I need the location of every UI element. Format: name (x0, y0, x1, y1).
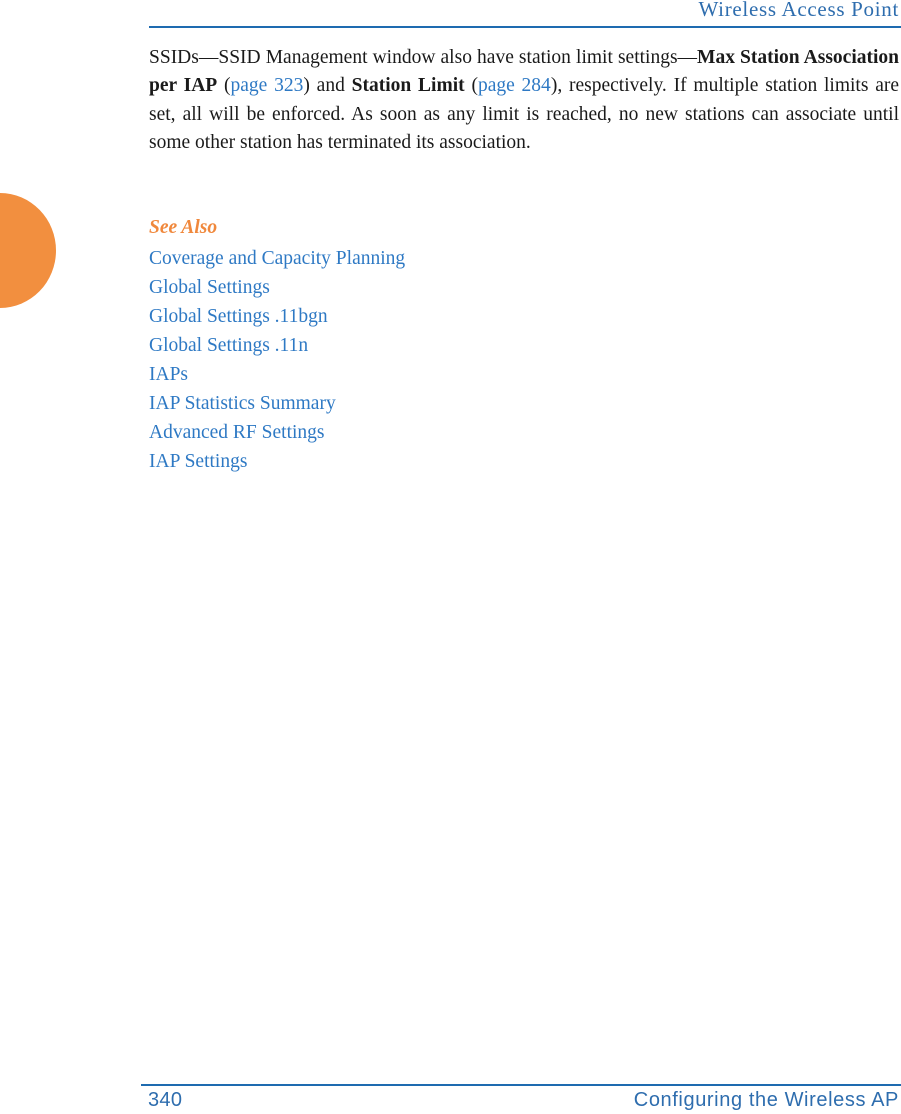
paragraph-text-and: and (309, 75, 352, 97)
see-also-heading: See Also (149, 217, 218, 238)
list-item: Global Settings (149, 273, 769, 302)
running-header-title: Wireless Access Point (698, 0, 899, 21)
footer-page-number: 340 (148, 1089, 183, 1111)
body-paragraph: SSIDs—SSID Management window also have s… (149, 44, 899, 158)
emphasis-station-limit: Station Limit (351, 75, 465, 97)
see-also-section: See Also Coverage and Capacity Planning … (149, 214, 769, 476)
list-item: Global Settings .11n (149, 331, 769, 360)
footer-section-title: Configuring the Wireless AP (633, 1089, 899, 1111)
see-also-link-global-settings-11bgn[interactable]: Global Settings .11bgn (149, 302, 328, 331)
page-reference-link-284[interactable]: page 284 (478, 75, 551, 96)
list-item: IAP Statistics Summary (149, 389, 769, 418)
list-item: Coverage and Capacity Planning (149, 244, 769, 273)
list-item: IAPs (149, 360, 769, 389)
list-item: Advanced RF Settings (149, 418, 769, 447)
list-item: Global Settings .11bgn (149, 302, 769, 331)
see-also-link-coverage-and-capacity-planning[interactable]: Coverage and Capacity Planning (149, 244, 405, 273)
see-also-link-list: Coverage and Capacity Planning Global Se… (149, 244, 769, 476)
see-also-link-iap-settings[interactable]: IAP Settings (149, 447, 247, 476)
document-page: Wireless Access Point SSIDs—SSID Managem… (0, 0, 901, 1114)
page-reference-link-323[interactable]: page 323 (231, 75, 304, 96)
see-also-link-global-settings-11n[interactable]: Global Settings .11n (149, 331, 308, 360)
body-content: SSIDs—SSID Management window also have s… (149, 44, 899, 158)
list-item: IAP Settings (149, 447, 769, 476)
see-also-link-iap-statistics-summary[interactable]: IAP Statistics Summary (149, 389, 336, 418)
header-divider-rule (149, 26, 901, 28)
chapter-thumb-tab-marker (0, 193, 56, 308)
see-also-link-advanced-rf-settings[interactable]: Advanced RF Settings (149, 418, 325, 447)
paragraph-text-lead: SSIDs—SSID Management window also have s… (149, 47, 698, 68)
footer-divider-rule (141, 1084, 901, 1086)
see-also-link-global-settings[interactable]: Global Settings (149, 273, 270, 302)
see-also-link-iaps[interactable]: IAPs (149, 360, 188, 389)
